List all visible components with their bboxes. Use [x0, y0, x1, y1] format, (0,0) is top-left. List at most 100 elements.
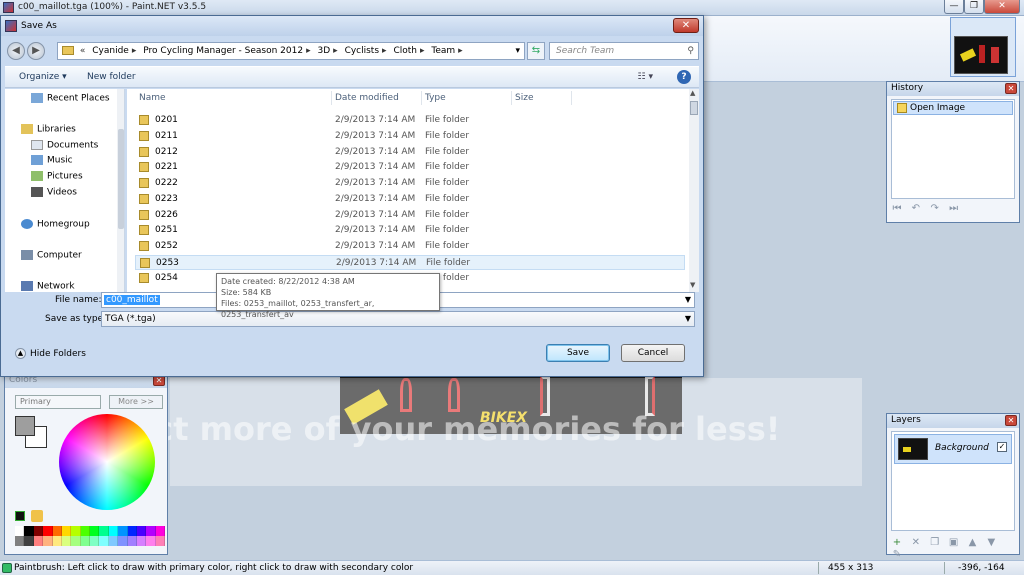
breadcrumb-3d[interactable]: 3D	[318, 46, 331, 56]
table-row[interactable]: 0226 2/9/2013 7:14 AM File folder	[135, 208, 685, 223]
undo-icon[interactable]: ↶	[910, 203, 922, 215]
table-row-hovered[interactable]: 0253 2/9/2013 7:14 AM File folder	[135, 255, 685, 270]
save-as-type-dropdown-icon[interactable]: ▼	[685, 312, 691, 326]
nav-scrollbar[interactable]	[117, 89, 124, 292]
command-bar: Organize ▾ New folder ☷ ▾ ?	[5, 66, 699, 88]
breadcrumb-cyclists[interactable]: Cyclists	[345, 46, 379, 56]
table-row[interactable]: 0211 2/9/2013 7:14 AM File folder	[135, 129, 685, 144]
nav-pictures[interactable]: Pictures	[31, 171, 83, 182]
add-layer-icon[interactable]: +	[891, 537, 903, 549]
history-panel: History ✕ Open Image ⏮ ↶ ↷ ⏭	[886, 81, 1020, 223]
palette-menu-icon[interactable]	[31, 510, 43, 522]
history-close-icon[interactable]: ✕	[1005, 83, 1017, 94]
search-input[interactable]: Search Team ⚲	[549, 42, 699, 60]
history-item[interactable]: Open Image	[893, 101, 1013, 115]
breadcrumb-pcm2012[interactable]: Pro Cycling Manager - Season 2012	[143, 46, 303, 56]
rewind-icon[interactable]: ⏮	[891, 203, 903, 215]
file-list: Name Date modified Type Size 0201 2/9/201…	[127, 89, 699, 292]
layers-panel-title: Layers	[891, 415, 921, 425]
save-as-dialog: Save As ✕ ◀ ▶ « Cyanide ▸ Pro Cycling Man…	[0, 15, 704, 377]
dialog-title: Save As	[21, 21, 57, 31]
table-row[interactable]: 0252 2/9/2013 7:14 AM File folder	[135, 239, 685, 254]
move-up-icon[interactable]: ▲	[967, 537, 979, 549]
palette-row-top[interactable]	[15, 526, 165, 536]
minimize-button[interactable]: —	[944, 0, 964, 14]
cursor-position-readout: -396, -164	[958, 563, 1005, 573]
nav-network[interactable]: Network	[21, 281, 75, 292]
layers-close-icon[interactable]: ✕	[1005, 415, 1017, 426]
computer-icon	[21, 250, 33, 260]
redo-icon[interactable]: ↷	[929, 203, 941, 215]
merge-layer-icon[interactable]: ▣	[948, 537, 960, 549]
file-list-scrollbar[interactable]: ▲ ▼	[689, 89, 699, 292]
table-row[interactable]: 0223 2/9/2013 7:14 AM File folder	[135, 192, 685, 207]
hide-folders-button[interactable]: ▲ Hide Folders	[15, 348, 86, 359]
folder-icon	[139, 210, 149, 220]
delete-layer-icon[interactable]: ✕	[910, 537, 922, 549]
maximize-button[interactable]: ❐	[964, 0, 984, 14]
app-title-bar: c00_maillot.tga (100%) - Paint.NET v3.5.…	[0, 0, 1024, 16]
table-row[interactable]: 0222 2/9/2013 7:14 AM File folder	[135, 176, 685, 191]
layer-row[interactable]: Background ✓	[894, 434, 1012, 464]
address-dropdown-icon[interactable]: ▾	[515, 43, 520, 59]
table-row[interactable]: 0201 2/9/2013 7:14 AM File folder	[135, 113, 685, 128]
status-bar: Paintbrush: Left click to draw with prim…	[0, 560, 1024, 575]
nav-documents[interactable]: Documents	[31, 140, 98, 151]
save-button[interactable]: Save	[546, 344, 610, 362]
network-icon	[21, 281, 33, 291]
folder-icon	[139, 194, 149, 204]
breadcrumb-cloth[interactable]: Cloth	[393, 46, 417, 56]
more-colors-button[interactable]: More >>	[109, 395, 163, 409]
breadcrumb-cyanide[interactable]: Cyanide	[92, 46, 129, 56]
address-bar-row: ◀ ▶ « Cyanide ▸ Pro Cycling Manager - Sea…	[5, 40, 699, 62]
folder-tooltip: Date created: 8/22/2012 4:38 AM Size: 58…	[216, 273, 440, 319]
nav-videos[interactable]: Videos	[31, 187, 77, 198]
help-icon[interactable]: ?	[677, 70, 691, 84]
documents-icon	[31, 140, 43, 150]
chevron-up-icon: ▲	[15, 348, 26, 359]
refresh-icon[interactable]: ⇆	[527, 42, 545, 60]
app-close-button[interactable]: ✕	[984, 0, 1020, 14]
nav-music[interactable]: Music	[31, 155, 73, 166]
color-wheel[interactable]	[59, 414, 155, 510]
layers-panel: Layers ✕ Background ✓ + ✕ ❐ ▣ ▲ ▼ ✎	[886, 413, 1020, 560]
layer-visible-checkbox[interactable]: ✓	[997, 442, 1007, 452]
column-type[interactable]: Type	[425, 93, 446, 103]
nav-homegroup[interactable]: Homegroup	[21, 219, 90, 230]
history-list: Open Image	[891, 99, 1015, 199]
palette-row-bottom[interactable]	[15, 536, 165, 546]
column-size[interactable]: Size	[515, 93, 533, 103]
nav-recent-places[interactable]: Recent Places	[31, 93, 110, 104]
app-title: c00_maillot.tga (100%) - Paint.NET v3.5.…	[18, 2, 207, 12]
recent-places-icon	[31, 93, 43, 103]
new-folder-button[interactable]: New folder	[87, 72, 136, 82]
nav-computer[interactable]: Computer	[21, 250, 82, 261]
duplicate-layer-icon[interactable]: ❐	[929, 537, 941, 549]
move-down-icon[interactable]: ▼	[985, 537, 997, 549]
column-name[interactable]: Name	[139, 93, 166, 103]
address-bar[interactable]: « Cyanide ▸ Pro Cycling Manager - Season …	[57, 42, 525, 60]
table-row[interactable]: 0221 2/9/2013 7:14 AM File folder	[135, 160, 685, 175]
cancel-button[interactable]: Cancel	[621, 344, 685, 362]
table-row[interactable]: 0212 2/9/2013 7:14 AM File folder	[135, 145, 685, 160]
forward-icon[interactable]: ▶	[27, 42, 45, 60]
table-row[interactable]: 0251 2/9/2013 7:14 AM File folder	[135, 223, 685, 238]
primary-color-swatch[interactable]	[15, 416, 35, 436]
image-thumbnail-tab[interactable]	[954, 36, 1008, 74]
column-date-modified[interactable]: Date modified	[335, 93, 399, 103]
scroll-down-icon[interactable]: ▼	[690, 281, 695, 289]
breadcrumb-team[interactable]: Team	[431, 46, 455, 56]
dialog-close-button[interactable]: ✕	[673, 18, 699, 33]
file-name-dropdown-icon[interactable]: ▼	[685, 293, 691, 307]
folder-icon	[139, 241, 149, 251]
file-name-label: File name:	[55, 295, 102, 305]
fast-forward-icon[interactable]: ⏭	[948, 203, 960, 215]
folder-icon	[62, 46, 74, 55]
reset-colors-icon[interactable]	[15, 511, 25, 521]
scroll-up-icon[interactable]: ▲	[690, 89, 695, 97]
color-mode-select[interactable]: Primary	[15, 395, 101, 409]
back-icon[interactable]: ◀	[7, 42, 25, 60]
organize-button[interactable]: Organize ▾	[19, 72, 67, 82]
nav-libraries[interactable]: Libraries	[21, 124, 76, 135]
change-view-icon[interactable]: ☷ ▾	[638, 72, 653, 82]
